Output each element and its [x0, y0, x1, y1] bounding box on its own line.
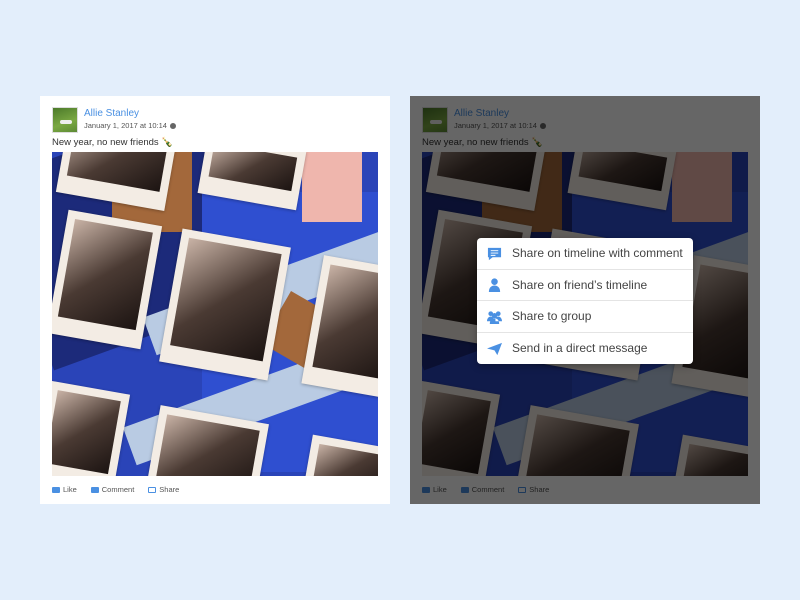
avatar[interactable] [52, 107, 78, 133]
paper-plane-icon [487, 342, 502, 355]
comment-button[interactable]: Comment [90, 485, 135, 494]
author-name[interactable]: Allie Stanley [84, 108, 139, 119]
post-date-text: January 1, 2017 at 10:14 [84, 121, 167, 130]
post-actions: Like Comment Share [52, 485, 179, 494]
option-label: Share on timeline with comment [512, 246, 683, 261]
person-icon [488, 278, 501, 293]
share-button[interactable]: Share [148, 485, 179, 494]
globe-icon [169, 123, 176, 130]
thumbs-up-icon [52, 486, 60, 493]
post-card: Allie Stanley January 1, 2017 at 10:14 N… [40, 96, 390, 504]
post-photo[interactable] [52, 152, 378, 476]
share-menu: Share on timeline with comment Share on … [477, 238, 693, 364]
comment-icon [487, 247, 502, 260]
option-label: Send in a direct message [512, 341, 648, 356]
share-group-option[interactable]: Share to group [477, 301, 693, 333]
share-timeline-comment-option[interactable]: Share on timeline with comment [477, 238, 693, 270]
post-text: New year, no new friends 🍾 [52, 137, 173, 148]
share-label: Share [159, 485, 180, 494]
like-label: Like [63, 485, 77, 494]
bottle-emoji: 🍾 [161, 137, 174, 148]
share-friend-timeline-option[interactable]: Share on friend’s timeline [477, 270, 693, 301]
post-text-body: New year, no new friends [52, 137, 159, 148]
comment-label: Comment [101, 485, 135, 494]
option-label: Share on friend’s timeline [512, 277, 648, 292]
comment-icon [90, 486, 99, 493]
send-direct-message-option[interactable]: Send in a direct message [477, 333, 693, 365]
share-icon [148, 486, 157, 493]
like-button[interactable]: Like [52, 485, 77, 494]
group-icon [487, 311, 502, 324]
option-label: Share to group [512, 309, 592, 324]
post-date[interactable]: January 1, 2017 at 10:14 [84, 121, 176, 130]
